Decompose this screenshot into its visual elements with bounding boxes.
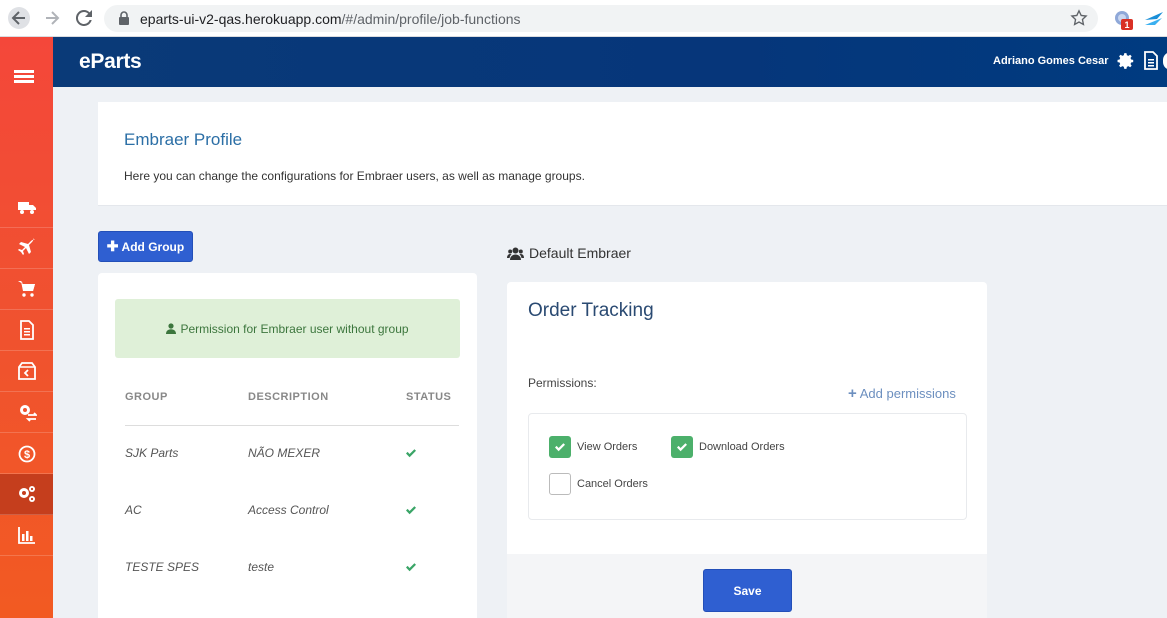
permission-label: Cancel Orders <box>577 478 648 490</box>
card-footer: Save <box>507 554 987 618</box>
profile-header-card: Embraer Profile Here you can change the … <box>98 102 1167 206</box>
sidebar-item-cart[interactable] <box>0 269 53 310</box>
gear-exchange-icon <box>19 405 37 422</box>
sidebar-item-shipments[interactable] <box>0 187 53 228</box>
users-icon <box>507 247 524 260</box>
arrow-left-icon <box>11 11 25 25</box>
groups-panel: Permission for Embraer user without grou… <box>98 273 477 618</box>
cart-icon <box>17 281 35 297</box>
check-icon <box>406 449 416 458</box>
permissions-card: Order Tracking Permissions: + Add permis… <box>507 282 987 618</box>
check-icon <box>677 443 687 452</box>
table-divider <box>125 425 459 426</box>
sidebar-item-settings[interactable] <box>0 474 53 515</box>
group-name: AC <box>125 503 142 517</box>
table-row[interactable]: TESTE SPES teste <box>98 557 477 579</box>
sidebar-item-reports[interactable] <box>0 515 53 556</box>
menu-toggle-icon[interactable] <box>14 70 34 84</box>
column-header-group: GROUP <box>125 391 168 403</box>
document-icon <box>19 320 34 340</box>
page-title: Embraer Profile <box>124 130 243 149</box>
extension-badge: 1 <box>1124 20 1129 30</box>
plane-icon <box>17 238 35 255</box>
column-header-description: DESCRIPTION <box>248 391 329 403</box>
add-permissions-label: Add permissions <box>859 386 956 401</box>
add-group-button[interactable]: ✚ Add Group <box>98 231 193 262</box>
group-name: TESTE SPES <box>125 560 200 574</box>
user-name[interactable]: Adriano Gomes Cesar <box>993 55 1109 67</box>
save-button[interactable]: Save <box>703 569 792 612</box>
notice-text: Permission for Embraer user without grou… <box>180 321 409 336</box>
document-icon[interactable] <box>1143 51 1159 70</box>
gear-icon[interactable] <box>1117 52 1135 70</box>
sidebar-item-finance[interactable]: $ <box>0 433 53 474</box>
browser-toolbar: eparts-ui-v2-qas.herokuapp.com/#/admin/p… <box>0 0 1167 37</box>
back-button[interactable] <box>8 7 30 29</box>
selected-group-heading: Default Embraer <box>507 245 631 261</box>
table-row[interactable]: SJK Parts NÃO MEXER <box>98 443 477 465</box>
user-icon <box>166 323 177 334</box>
selected-group-name: Default Embraer <box>529 245 631 261</box>
plus-icon: + <box>848 385 857 402</box>
url-path: /#/admin/profile/job-functions <box>341 11 521 27</box>
checkbox-checked[interactable] <box>671 436 693 458</box>
truck-icon <box>17 202 36 214</box>
permission-cancel-orders[interactable]: Cancel Orders <box>549 473 648 495</box>
check-icon <box>406 506 416 515</box>
sidebar-item-documents[interactable] <box>0 310 53 351</box>
extension-bird-icon[interactable] <box>1144 10 1164 28</box>
default-permission-notice[interactable]: Permission for Embraer user without grou… <box>115 299 460 358</box>
checkbox-unchecked[interactable] <box>549 473 571 495</box>
sidebar-item-exchange[interactable] <box>0 392 53 433</box>
bar-chart-icon <box>17 527 35 544</box>
header-menu-icon[interactable] <box>1163 52 1167 70</box>
forward-button[interactable] <box>41 7 63 29</box>
url-host: eparts-ui-v2-qas.herokuapp.com <box>140 11 342 27</box>
group-description: NÃO MEXER <box>248 446 321 460</box>
permissions-box: View Orders Download Orders Cancel Order… <box>528 413 967 520</box>
page-description: Here you can change the configurations f… <box>124 169 585 183</box>
dollar-cycle-icon: $ <box>18 445 35 463</box>
cogs-icon <box>18 486 35 502</box>
permission-label: View Orders <box>577 441 638 453</box>
permissions-label: Permissions: <box>528 376 597 390</box>
checkbox-checked[interactable] <box>549 436 571 458</box>
extension-globe-icon[interactable]: 1 <box>1113 9 1135 31</box>
reload-icon <box>76 10 92 26</box>
svg-text:$: $ <box>23 449 29 461</box>
sidebar: $ <box>0 37 53 618</box>
app-header: eParts Adriano Gomes Cesar <box>53 37 1167 87</box>
check-icon <box>555 443 565 452</box>
add-group-label: Add Group <box>121 239 185 254</box>
permission-download-orders[interactable]: Download Orders <box>671 436 785 458</box>
bookmark-star-icon[interactable] <box>1070 9 1088 27</box>
plus-icon: ✚ <box>106 238 119 254</box>
lock-icon <box>119 11 129 25</box>
reload-button[interactable] <box>73 7 95 29</box>
sidebar-item-returns[interactable] <box>0 351 53 392</box>
permission-label: Download Orders <box>699 441 785 453</box>
add-permissions-link[interactable]: + Add permissions <box>848 385 956 402</box>
arrow-right-icon <box>46 11 60 25</box>
group-description: teste <box>248 560 275 574</box>
sidebar-item-aircraft[interactable] <box>0 228 53 269</box>
group-description: Access Control <box>248 503 329 517</box>
table-row[interactable]: AC Access Control <box>98 500 477 522</box>
group-name: SJK Parts <box>125 446 179 460</box>
permission-view-orders[interactable]: View Orders <box>549 436 637 458</box>
section-title: Order Tracking <box>528 300 654 321</box>
brand-logo[interactable]: eParts <box>79 50 142 74</box>
url-text: eparts-ui-v2-qas.herokuapp.com/#/admin/p… <box>140 11 521 27</box>
box-return-icon <box>17 362 36 380</box>
check-icon <box>406 563 416 572</box>
address-bar[interactable]: eparts-ui-v2-qas.herokuapp.com/#/admin/p… <box>104 5 1098 32</box>
column-header-status: STATUS <box>406 391 452 403</box>
